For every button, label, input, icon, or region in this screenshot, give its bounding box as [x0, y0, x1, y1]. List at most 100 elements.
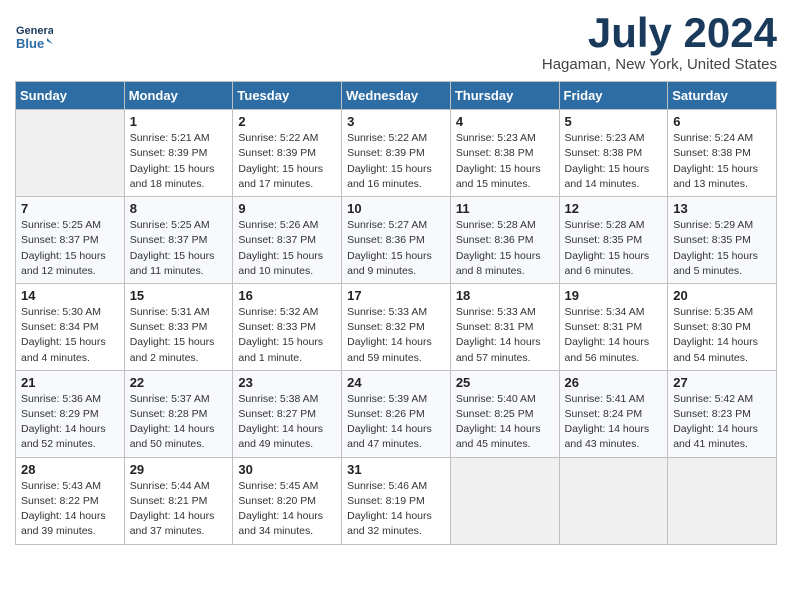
day-info: Sunrise: 5:25 AM Sunset: 8:37 PM Dayligh… — [130, 218, 228, 279]
day-number: 31 — [347, 462, 445, 477]
calendar-cell: 1 Sunrise: 5:21 AM Sunset: 8:39 PM Daylig… — [124, 110, 233, 197]
day-info: Sunrise: 5:46 AM Sunset: 8:19 PM Dayligh… — [347, 479, 445, 540]
day-info: Sunrise: 5:22 AM Sunset: 8:39 PM Dayligh… — [347, 131, 445, 192]
day-header-sunday: Sunday — [16, 82, 125, 110]
svg-text:Blue: Blue — [16, 36, 44, 51]
day-number: 5 — [565, 114, 663, 129]
calendar-cell: 19 Sunrise: 5:34 AM Sunset: 8:31 PM Dayli… — [559, 283, 668, 370]
calendar-week-row: 1 Sunrise: 5:21 AM Sunset: 8:39 PM Daylig… — [16, 110, 777, 197]
calendar-cell: 7 Sunrise: 5:25 AM Sunset: 8:37 PM Daylig… — [16, 197, 125, 284]
calendar-week-row: 7 Sunrise: 5:25 AM Sunset: 8:37 PM Daylig… — [16, 197, 777, 284]
calendar-week-row: 21 Sunrise: 5:36 AM Sunset: 8:29 PM Dayli… — [16, 370, 777, 457]
day-info: Sunrise: 5:25 AM Sunset: 8:37 PM Dayligh… — [21, 218, 119, 279]
day-number: 18 — [456, 288, 554, 303]
day-number: 13 — [673, 201, 771, 216]
calendar-cell: 13 Sunrise: 5:29 AM Sunset: 8:35 PM Dayli… — [668, 197, 777, 284]
day-number: 4 — [456, 114, 554, 129]
calendar-cell: 27 Sunrise: 5:42 AM Sunset: 8:23 PM Dayli… — [668, 370, 777, 457]
day-info: Sunrise: 5:28 AM Sunset: 8:36 PM Dayligh… — [456, 218, 554, 279]
title-area: July 2024 Hagaman, New York, United Stat… — [542, 10, 777, 73]
day-number: 10 — [347, 201, 445, 216]
day-info: Sunrise: 5:27 AM Sunset: 8:36 PM Dayligh… — [347, 218, 445, 279]
day-number: 26 — [565, 375, 663, 390]
day-info: Sunrise: 5:24 AM Sunset: 8:38 PM Dayligh… — [673, 131, 771, 192]
calendar-table: SundayMondayTuesdayWednesdayThursdayFrid… — [15, 81, 777, 544]
day-number: 17 — [347, 288, 445, 303]
day-header-saturday: Saturday — [668, 82, 777, 110]
day-info: Sunrise: 5:33 AM Sunset: 8:32 PM Dayligh… — [347, 305, 445, 366]
day-number: 25 — [456, 375, 554, 390]
calendar-header-row: SundayMondayTuesdayWednesdayThursdayFrid… — [16, 82, 777, 110]
calendar-cell: 3Sunrise: 5:22 AM Sunset: 8:39 PM Daylig… — [342, 110, 451, 197]
day-info: Sunrise: 5:22 AM Sunset: 8:39 PM Dayligh… — [238, 131, 336, 192]
calendar-cell: 29 Sunrise: 5:44 AM Sunset: 8:21 PM Dayli… — [124, 457, 233, 544]
day-number: 22 — [130, 375, 228, 390]
calendar-cell: 25Sunrise: 5:40 AM Sunset: 8:25 PM Dayli… — [450, 370, 559, 457]
day-number: 23 — [238, 375, 336, 390]
day-info: Sunrise: 5:21 AM Sunset: 8:39 PM Dayligh… — [130, 131, 228, 192]
day-header-tuesday: Tuesday — [233, 82, 342, 110]
logo-svg: General Blue — [15, 18, 53, 56]
day-number: 6 — [673, 114, 771, 129]
day-header-friday: Friday — [559, 82, 668, 110]
day-header-thursday: Thursday — [450, 82, 559, 110]
calendar-cell: 22 Sunrise: 5:37 AM Sunset: 8:28 PM Dayli… — [124, 370, 233, 457]
calendar-cell: 28 Sunrise: 5:43 AM Sunset: 8:22 PM Dayli… — [16, 457, 125, 544]
day-info: Sunrise: 5:35 AM Sunset: 8:30 PM Dayligh… — [673, 305, 771, 366]
day-info: Sunrise: 5:29 AM Sunset: 8:35 PM Dayligh… — [673, 218, 771, 279]
day-number: 14 — [21, 288, 119, 303]
day-number: 19 — [565, 288, 663, 303]
location: Hagaman, New York, United States — [542, 56, 777, 73]
day-number: 7 — [21, 201, 119, 216]
calendar-cell: 11 Sunrise: 5:28 AM Sunset: 8:36 PM Dayli… — [450, 197, 559, 284]
calendar-cell: 24Sunrise: 5:39 AM Sunset: 8:26 PM Dayli… — [342, 370, 451, 457]
calendar-cell: 9 Sunrise: 5:26 AM Sunset: 8:37 PM Daylig… — [233, 197, 342, 284]
day-info: Sunrise: 5:36 AM Sunset: 8:29 PM Dayligh… — [21, 392, 119, 453]
calendar-cell — [559, 457, 668, 544]
day-number: 9 — [238, 201, 336, 216]
calendar-cell: 14Sunrise: 5:30 AM Sunset: 8:34 PM Dayli… — [16, 283, 125, 370]
day-info: Sunrise: 5:39 AM Sunset: 8:26 PM Dayligh… — [347, 392, 445, 453]
logo: General Blue — [15, 18, 57, 56]
day-info: Sunrise: 5:33 AM Sunset: 8:31 PM Dayligh… — [456, 305, 554, 366]
day-info: Sunrise: 5:23 AM Sunset: 8:38 PM Dayligh… — [565, 131, 663, 192]
day-number: 15 — [130, 288, 228, 303]
day-info: Sunrise: 5:26 AM Sunset: 8:37 PM Dayligh… — [238, 218, 336, 279]
day-info: Sunrise: 5:37 AM Sunset: 8:28 PM Dayligh… — [130, 392, 228, 453]
day-number: 11 — [456, 201, 554, 216]
day-info: Sunrise: 5:23 AM Sunset: 8:38 PM Dayligh… — [456, 131, 554, 192]
calendar-cell: 16Sunrise: 5:32 AM Sunset: 8:33 PM Dayli… — [233, 283, 342, 370]
day-info: Sunrise: 5:32 AM Sunset: 8:33 PM Dayligh… — [238, 305, 336, 366]
day-header-monday: Monday — [124, 82, 233, 110]
calendar-week-row: 14Sunrise: 5:30 AM Sunset: 8:34 PM Dayli… — [16, 283, 777, 370]
day-number: 20 — [673, 288, 771, 303]
day-number: 1 — [130, 114, 228, 129]
day-number: 2 — [238, 114, 336, 129]
page-header: General Blue July 2024 Hagaman, New York… — [15, 10, 777, 73]
calendar-cell: 6 Sunrise: 5:24 AM Sunset: 8:38 PM Daylig… — [668, 110, 777, 197]
day-number: 21 — [21, 375, 119, 390]
day-number: 30 — [238, 462, 336, 477]
day-number: 28 — [21, 462, 119, 477]
calendar-cell: 12 Sunrise: 5:28 AM Sunset: 8:35 PM Dayli… — [559, 197, 668, 284]
day-number: 29 — [130, 462, 228, 477]
calendar-cell: 2 Sunrise: 5:22 AM Sunset: 8:39 PM Daylig… — [233, 110, 342, 197]
calendar-cell: 8 Sunrise: 5:25 AM Sunset: 8:37 PM Daylig… — [124, 197, 233, 284]
day-number: 12 — [565, 201, 663, 216]
day-number: 27 — [673, 375, 771, 390]
calendar-cell: 30 Sunrise: 5:45 AM Sunset: 8:20 PM Dayli… — [233, 457, 342, 544]
day-info: Sunrise: 5:34 AM Sunset: 8:31 PM Dayligh… — [565, 305, 663, 366]
day-info: Sunrise: 5:41 AM Sunset: 8:24 PM Dayligh… — [565, 392, 663, 453]
calendar-cell — [16, 110, 125, 197]
day-number: 8 — [130, 201, 228, 216]
calendar-cell — [668, 457, 777, 544]
day-info: Sunrise: 5:28 AM Sunset: 8:35 PM Dayligh… — [565, 218, 663, 279]
day-info: Sunrise: 5:43 AM Sunset: 8:22 PM Dayligh… — [21, 479, 119, 540]
calendar-week-row: 28 Sunrise: 5:43 AM Sunset: 8:22 PM Dayli… — [16, 457, 777, 544]
day-info: Sunrise: 5:42 AM Sunset: 8:23 PM Dayligh… — [673, 392, 771, 453]
day-info: Sunrise: 5:44 AM Sunset: 8:21 PM Dayligh… — [130, 479, 228, 540]
day-header-wednesday: Wednesday — [342, 82, 451, 110]
day-info: Sunrise: 5:45 AM Sunset: 8:20 PM Dayligh… — [238, 479, 336, 540]
calendar-cell: 15Sunrise: 5:31 AM Sunset: 8:33 PM Dayli… — [124, 283, 233, 370]
calendar-cell: 10 Sunrise: 5:27 AM Sunset: 8:36 PM Dayli… — [342, 197, 451, 284]
